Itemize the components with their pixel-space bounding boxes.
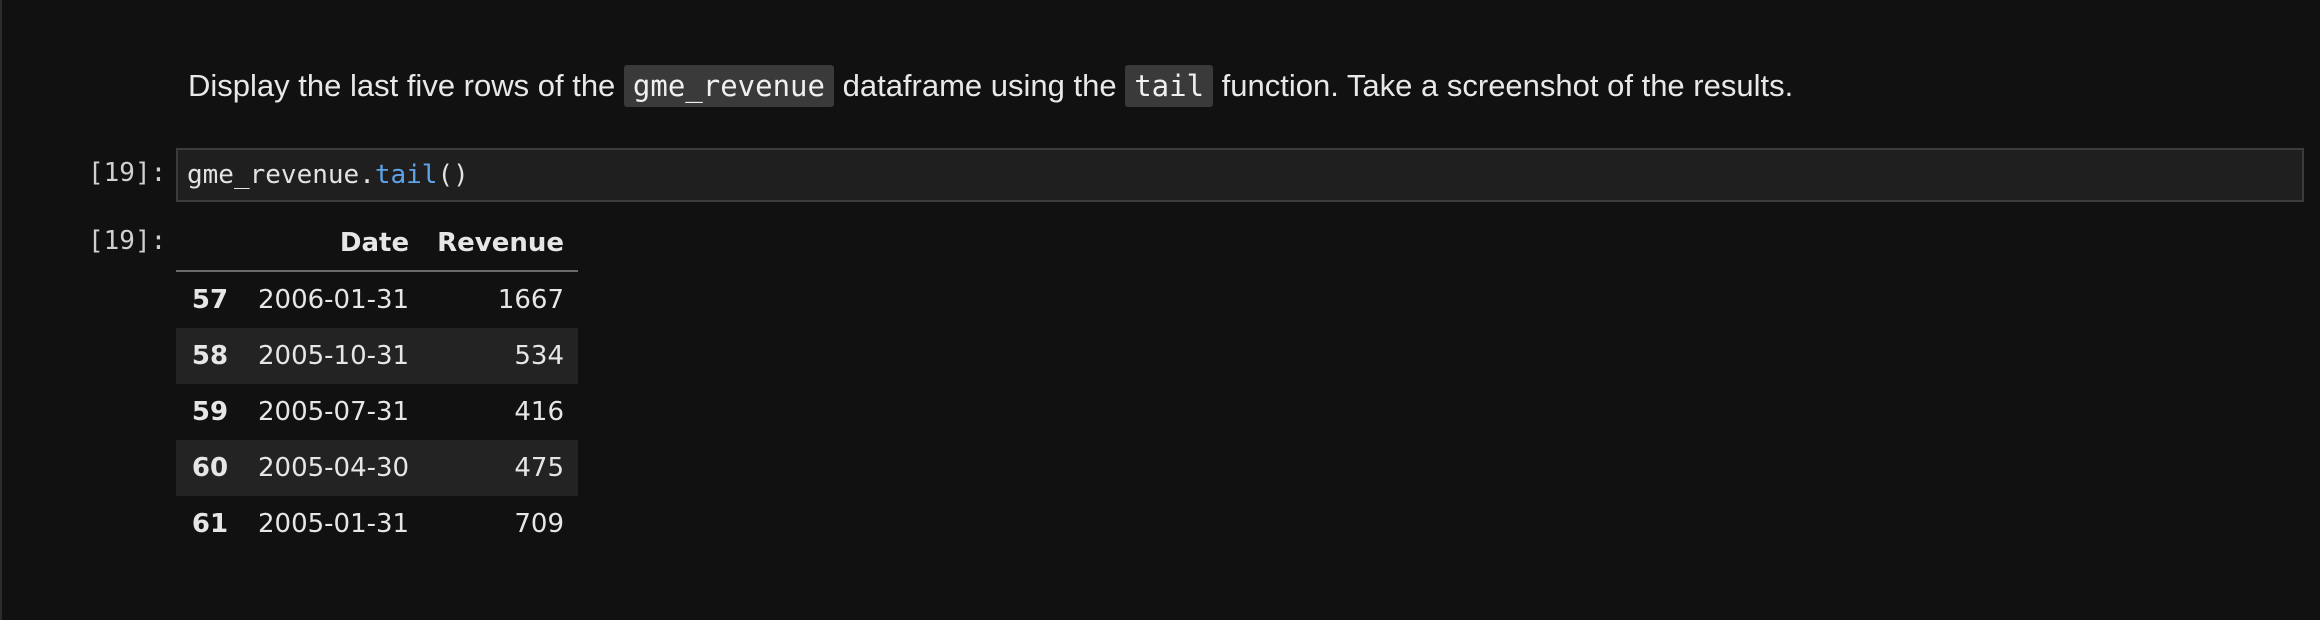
dataframe-output-table: Date Revenue 57 2006-01-31 1667 58 2005-… bbox=[176, 216, 578, 552]
row-index: 57 bbox=[191, 285, 229, 315]
date-cell: 2005-10-31 bbox=[258, 341, 410, 371]
markdown-cell: Display the last five rows of the gme_re… bbox=[188, 60, 1793, 112]
revenue-cell: 475 bbox=[514, 453, 564, 483]
cell-left-border bbox=[0, 0, 2, 620]
date-cell: 2005-04-30 bbox=[258, 453, 410, 483]
date-column-header: Date bbox=[244, 216, 424, 272]
table-row: 61 2005-01-31 709 bbox=[176, 496, 578, 552]
date-cell: 2006-01-31 bbox=[258, 285, 410, 315]
table-row: 57 2006-01-31 1667 bbox=[176, 271, 578, 328]
code-dot: . bbox=[359, 160, 375, 190]
date-cell: 2005-01-31 bbox=[258, 509, 410, 539]
revenue-cell: 416 bbox=[514, 397, 564, 427]
table-header-row: Date Revenue bbox=[176, 216, 578, 272]
revenue-cell: 1667 bbox=[497, 285, 564, 315]
code-parens: () bbox=[437, 160, 469, 190]
inline-code-tail: tail bbox=[1125, 65, 1214, 107]
output-prompt: [19]: bbox=[88, 226, 167, 256]
row-index: 61 bbox=[191, 509, 229, 539]
inline-code-gme-revenue: gme_revenue bbox=[623, 65, 834, 107]
code-cell-editor[interactable]: gme_revenue. tail() bbox=[176, 148, 2304, 202]
input-prompt: [19]: bbox=[88, 158, 167, 188]
row-index: 58 bbox=[191, 341, 229, 371]
table-row: 58 2005-10-31 534 bbox=[176, 328, 578, 384]
markdown-text-middle: dataframe using the bbox=[833, 68, 1126, 103]
markdown-text-after: function. Take a screenshot of the resul… bbox=[1213, 68, 1794, 103]
revenue-cell: 709 bbox=[514, 509, 564, 539]
code-object: gme_revenue bbox=[187, 160, 360, 190]
date-cell: 2005-07-31 bbox=[258, 397, 410, 427]
index-header bbox=[176, 216, 244, 272]
revenue-column-header: Revenue bbox=[423, 216, 578, 272]
table-row: 59 2005-07-31 416 bbox=[176, 384, 578, 440]
revenue-cell: 534 bbox=[514, 341, 564, 371]
row-index: 60 bbox=[191, 453, 229, 483]
row-index: 59 bbox=[191, 397, 229, 427]
table-row: 60 2005-04-30 475 bbox=[176, 440, 578, 496]
markdown-text-before: Display the last five rows of the bbox=[188, 68, 624, 103]
code-method: tail bbox=[374, 160, 438, 190]
